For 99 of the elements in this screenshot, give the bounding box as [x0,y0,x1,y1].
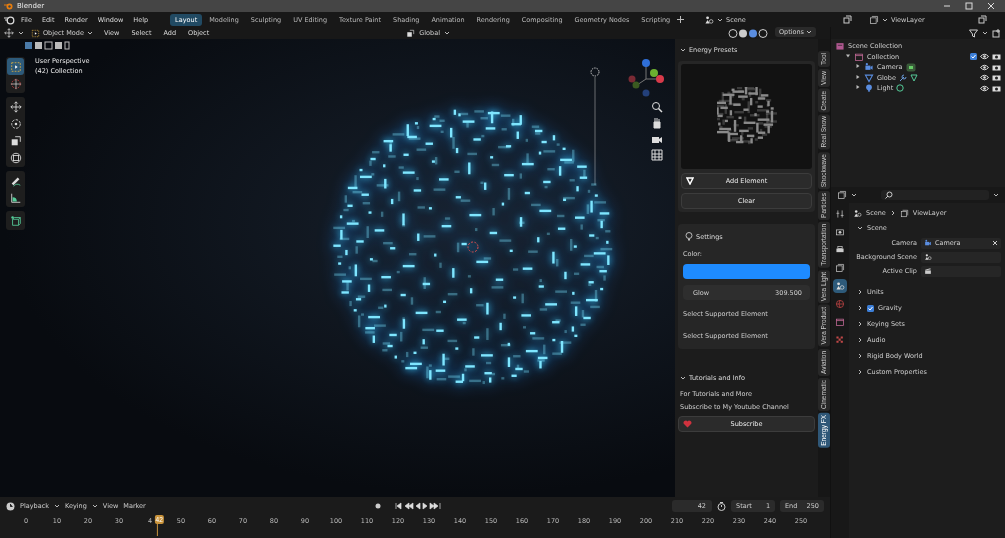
box-icon [854,51,864,62]
stopwatch-icon[interactable] [717,501,726,511]
tool-icon [835,209,845,219]
triangle-icon [686,177,694,185]
light-object-icon [588,65,602,185]
filter-icon[interactable] [969,28,978,38]
render-camera-icon[interactable] [992,53,1001,61]
wrench-icon[interactable] [898,73,907,82]
box-icon [835,41,845,52]
zoom-icon[interactable] [651,101,663,113]
new-collection-icon[interactable] [992,28,1001,38]
chevron-icon [857,225,863,231]
scale-icon [406,28,416,38]
chevron-icon [680,47,686,53]
chevron-icon [982,30,988,36]
search-field[interactable] [881,190,989,200]
eye-icon[interactable] [980,74,989,82]
move-arrows-icon [4,28,14,38]
chevron-right-icon [889,210,896,216]
image-stack-icon [869,14,879,25]
chevron-right-icon [857,353,863,359]
eye-icon[interactable] [980,84,989,92]
clock-icon[interactable] [6,501,15,511]
chevron-icon [18,30,24,36]
properties-tab[interactable] [833,279,847,293]
cube-icon [9,214,22,227]
render-camera-icon[interactable] [992,63,1001,71]
render-camera-icon[interactable] [992,84,1001,92]
value-field[interactable] [921,265,1001,277]
image-stack-icon [837,190,847,200]
preset-preview[interactable] [681,64,812,169]
scene-icon [924,253,932,261]
copy-icon[interactable] [843,15,852,24]
box-icon [835,317,845,327]
minimize-icon[interactable] [943,2,951,10]
chevron-icon [882,16,888,23]
render-camera-icon[interactable] [992,74,1001,82]
bulb-icon [864,83,874,94]
clear-icon[interactable] [992,240,998,246]
sphere-thumbnail-drawing [716,86,777,147]
image-stack-icon [835,263,845,273]
chevron-icon [86,30,93,36]
plus-icon[interactable] [677,16,685,23]
chevron-icon [851,192,857,198]
checker-icon [835,335,845,345]
playback-controls-drawing[interactable] [373,502,444,510]
eye-icon[interactable] [980,63,989,71]
render-icon [835,227,845,237]
move-arrows-icon [9,100,22,113]
expanded-arrow-icon[interactable] [845,52,851,59]
chevron-icon [54,503,60,509]
app-logo-icon[interactable] [4,14,15,25]
ruler-icon [9,191,22,204]
scene-icon [853,208,862,218]
value-field[interactable] [921,251,1001,263]
close-icon[interactable] [987,2,995,10]
triangle-icon[interactable] [909,73,918,82]
eye-icon[interactable] [980,53,989,61]
scale-icon [9,134,22,147]
bulb-data-icon[interactable] [896,84,905,93]
image-stack-icon [899,208,909,218]
scene-icon [835,281,845,291]
properties-tab[interactable] [833,261,847,275]
printer-icon [835,245,845,255]
camera-data-icon[interactable] [905,62,916,72]
checkbox[interactable] [970,53,977,61]
triangle-icon [864,72,874,83]
tool-button[interactable] [7,98,24,115]
chevron-right-icon [857,369,863,375]
transform-icon [9,151,22,164]
camera-icon [864,62,874,73]
search-icon [885,191,893,199]
maximize-icon[interactable] [965,2,973,10]
chevron-right-icon [857,305,863,311]
app-logo-icon [4,2,13,10]
scene-icon [704,14,714,25]
clapper-icon [924,267,932,275]
chevron-icon [680,375,686,381]
selection-modes-drawing[interactable] [24,41,70,50]
crosshair-icon [9,77,22,90]
chevron-icon [443,30,450,36]
select-box-icon [31,28,40,38]
rotate-icon [9,117,22,130]
globe-icon [835,299,845,309]
camera-icon [924,239,932,247]
chevron-right-icon [857,321,863,327]
grid-icon[interactable] [651,149,663,161]
chevron-right-icon [857,337,863,343]
bulb-icon [685,232,693,241]
chevron-icon [91,503,98,509]
checkbox[interactable] [867,304,874,312]
chevron-icon [717,16,723,23]
select-box-icon [9,60,22,73]
copy-icon[interactable] [978,15,987,24]
chevron-right-icon [857,289,863,295]
heart-icon [683,420,692,428]
color-swatch[interactable] [683,264,810,279]
chevron-icon [993,192,999,198]
chevron-icon [806,29,812,35]
